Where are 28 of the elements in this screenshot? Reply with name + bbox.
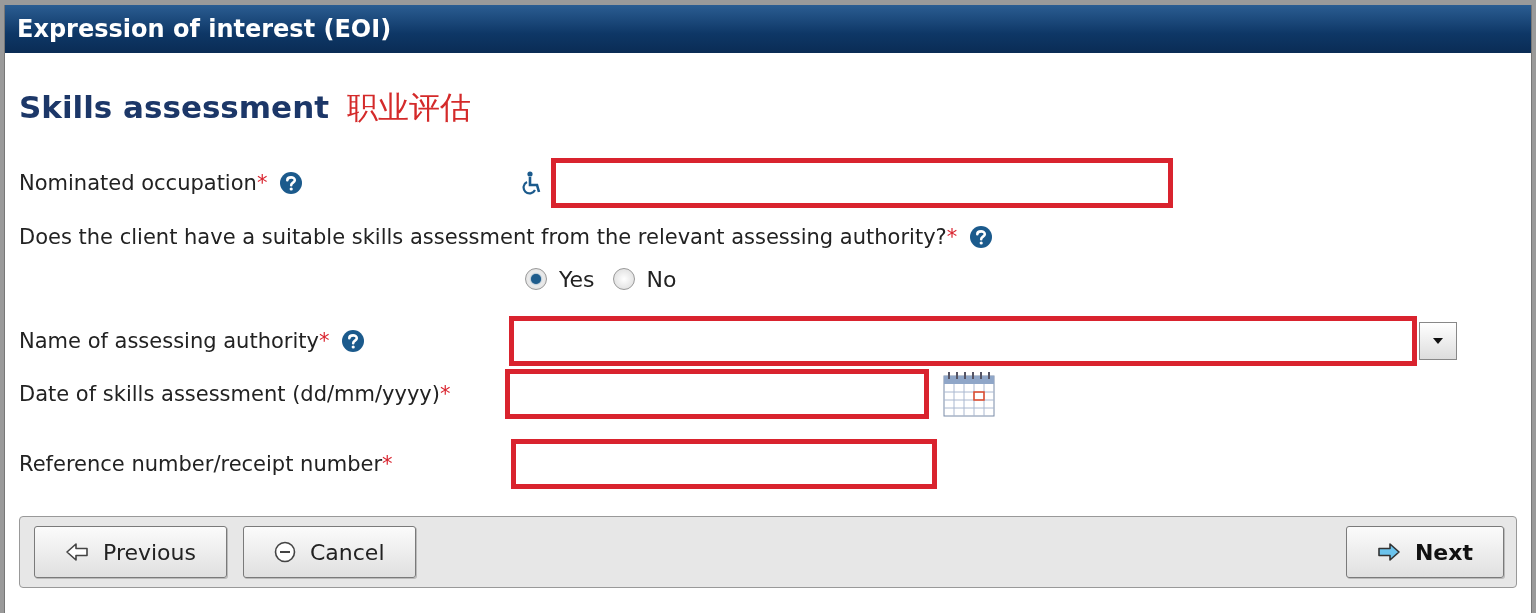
- next-button[interactable]: Next: [1345, 526, 1504, 578]
- field-label: Reference number/receipt number*: [19, 452, 393, 476]
- annotation-text: 职业评估: [347, 89, 472, 127]
- dropdown-field[interactable]: [509, 316, 1417, 366]
- cancel-button[interactable]: Cancel: [243, 526, 416, 578]
- right-arrow-icon: [1376, 542, 1401, 562]
- radio-label[interactable]: Yes: [559, 266, 595, 292]
- left-arrow-icon: [65, 542, 89, 562]
- calendar-icon[interactable]: [943, 371, 995, 417]
- help-icon[interactable]: [969, 225, 994, 249]
- date-field[interactable]: [505, 369, 929, 419]
- input-field[interactable]: [511, 439, 937, 489]
- section-title: Skills assessment: [19, 89, 330, 125]
- dropdown-button[interactable]: [1419, 322, 1457, 360]
- caret-icon: [1432, 337, 1444, 345]
- window-title: Expression of interest (EOI): [17, 15, 392, 43]
- field-label: Nominated occupation*: [19, 171, 268, 195]
- field-label: Date of skills assessment (dd/mm/yyyy)*: [19, 382, 451, 406]
- radio-button[interactable]: [525, 268, 547, 290]
- minus-circle-icon: [274, 541, 296, 563]
- previous-button[interactable]: Previous: [34, 526, 227, 578]
- input-field[interactable]: [551, 158, 1173, 208]
- help-icon[interactable]: [279, 171, 304, 195]
- radio-label[interactable]: No: [646, 266, 677, 292]
- radio-button[interactable]: [612, 268, 635, 290]
- field-label: Does the client have a suitable skills assessment from the relevant assessing authority?*: [19, 225, 958, 249]
- help-icon[interactable]: [341, 329, 366, 353]
- field-label: Name of assessing authority*: [19, 329, 330, 353]
